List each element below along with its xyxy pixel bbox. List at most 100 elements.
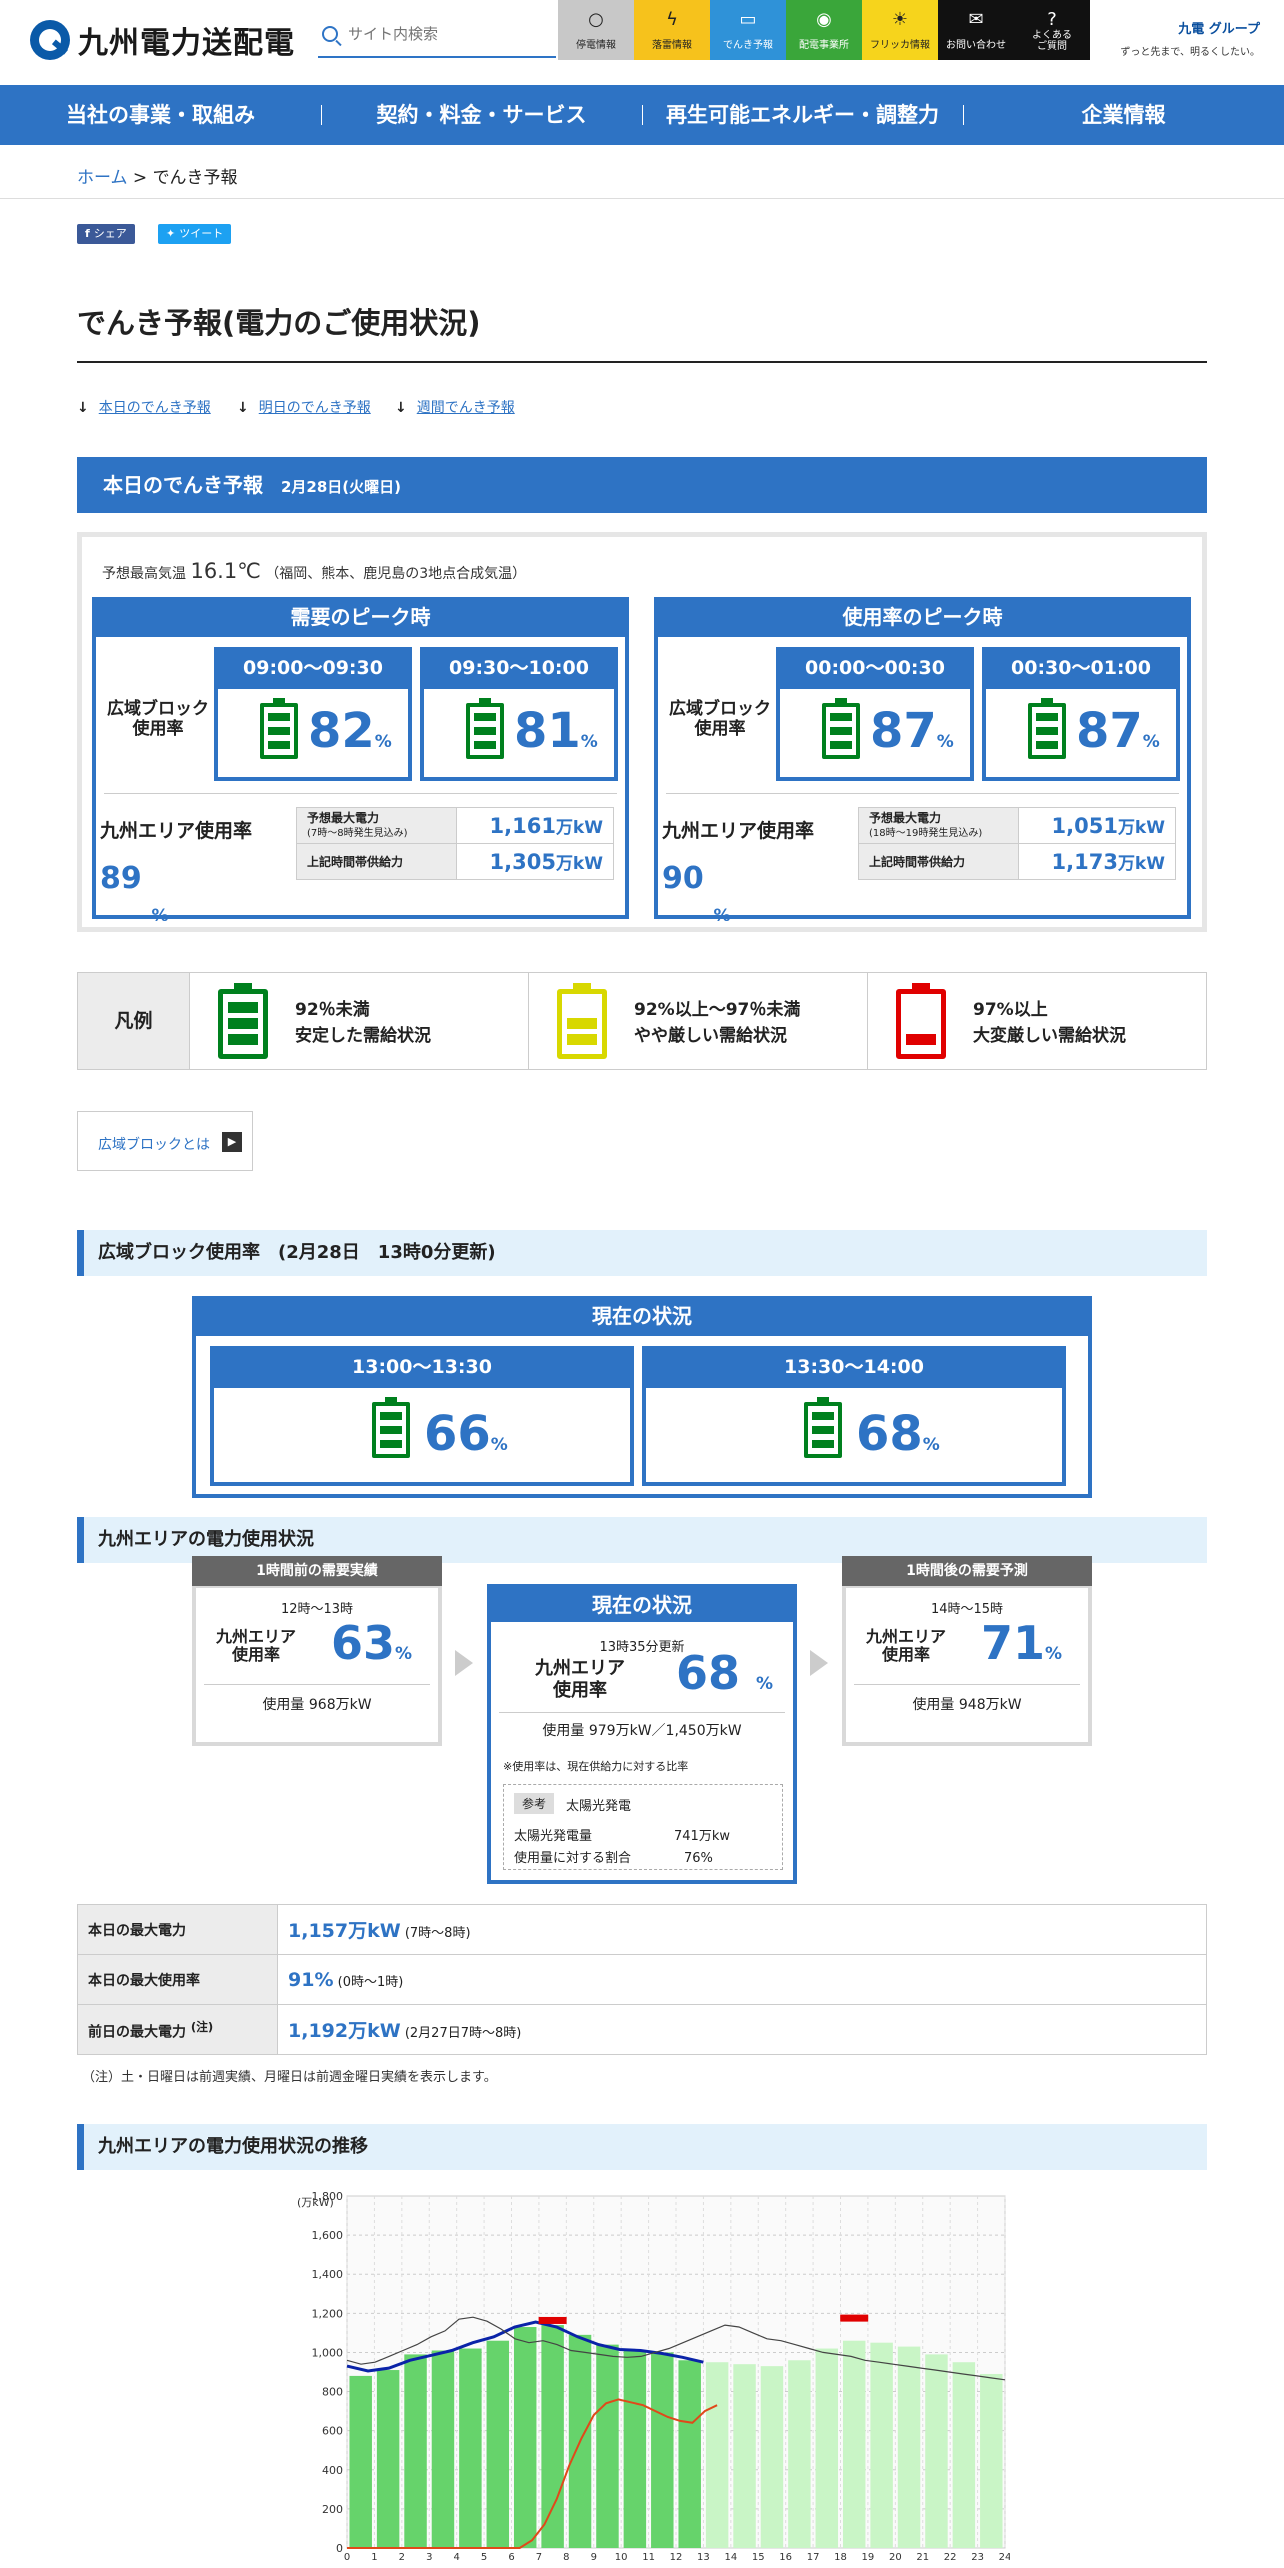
solar-reference: 参考 太陽光発電 太陽光発電量 741万kw 使用量に対する割合 76%	[503, 1784, 783, 1870]
x-tick-label: 2	[399, 2552, 405, 2563]
quick-link-1[interactable]: ϟ 落雷情報	[634, 0, 710, 60]
quick-link-label: フリッカ情報	[870, 40, 930, 51]
kyuden-group-logo[interactable]: 九電 グループ ずっと先まで、明るくしたい。	[1110, 18, 1260, 66]
usage-peak-panel: 使用率のピーク時 広域ブロック 使用率 00:00～00:30 87% 00:3…	[654, 597, 1191, 926]
prev-hour-time: 12時～13時	[280, 1602, 354, 1617]
area-usage-label: 九州エリア使用率	[100, 820, 253, 842]
quick-link-2[interactable]: ▭ でんき予報	[710, 0, 786, 60]
solar-ratio-value: 76%	[684, 1851, 713, 1866]
bar-forecast	[842, 2340, 866, 2548]
max-power-value: 1,161万kW	[456, 807, 614, 844]
max-temp-value: 16.1℃	[190, 559, 261, 583]
bar-actual	[513, 2327, 537, 2548]
peak-mark	[538, 2316, 567, 2324]
slot-usage-unit: %	[1142, 732, 1160, 752]
prev-hour-unit: %	[395, 1644, 413, 1664]
max-power-unit: 万kW	[555, 818, 603, 838]
reference-tag: 参考	[514, 1793, 555, 1814]
anchor-today[interactable]: 本日のでんき予報	[77, 397, 211, 417]
max-temp-label: 予想最高気温	[102, 566, 186, 582]
max-table-note: （注）土・日曜日は前週実績、月曜日は前週金曜日実績を表示します。	[82, 2070, 497, 2085]
row-value-main: 1,157万kW	[288, 1920, 401, 1942]
current-status-title: 現在の状況	[196, 1300, 1088, 1336]
supply-number: 1,305	[489, 850, 556, 874]
legend-l2: 安定した需給状況	[295, 1026, 431, 1046]
bar-forecast	[952, 2362, 976, 2548]
anchor-tomorrow[interactable]: 明日のでんき予報	[237, 397, 371, 417]
usage-peak-title: 使用率のピーク時	[658, 601, 1187, 637]
block-usage-section-title: 広域ブロック使用率 (2月28日 13時0分更新)	[77, 1230, 1207, 1276]
x-tick-label: 22	[944, 2552, 957, 2563]
battery-green-icon	[804, 1397, 842, 1458]
facebook-share-label: シェア	[93, 227, 127, 240]
bar-actual	[349, 2375, 372, 2548]
next-hour-head: 1時間後の需要予測	[842, 1556, 1092, 1586]
row-label: 本日の最大電力	[77, 1904, 278, 1955]
breadcrumb-home[interactable]: ホーム	[77, 168, 128, 188]
area-usage-label: 九州エリア使用率	[662, 820, 815, 842]
twitter-share-button[interactable]: ✦ ツイート	[158, 224, 232, 244]
reference-name: 太陽光発電	[566, 1799, 632, 1814]
anchor-weekly[interactable]: 週間でんき予報	[395, 397, 515, 417]
x-tick-label: 18	[834, 2552, 847, 2563]
x-tick-label: 8	[563, 2552, 569, 2563]
max-power-label: 予想最大電力 (7時～8時発生見込み)	[296, 807, 457, 844]
x-tick-label: 23	[971, 2552, 984, 2563]
divider	[104, 793, 617, 794]
slot-usage-value: 68%	[856, 1406, 940, 1462]
nav-contract[interactable]: 契約・料金・サービス	[321, 85, 642, 145]
current-slot-1: 13:00～13:30 66%	[210, 1346, 634, 1486]
block-usage-label: 広域ブロック 使用率	[669, 699, 771, 739]
nav-corporate[interactable]: 企業情報	[963, 85, 1284, 145]
row-value-sub: (0時～1時)	[337, 1974, 404, 1990]
y-tick-label: 0	[336, 2542, 343, 2555]
quick-link-6[interactable]: ? よくある ご質問	[1014, 0, 1090, 60]
group-tagline: ずっと先まで、明るくしたい。	[1120, 47, 1260, 58]
quick-link-0[interactable]: ○ 停電情報	[558, 0, 634, 60]
slot-usage-unit: %	[580, 732, 598, 752]
supply-label: 上記時間帯供給力	[858, 843, 1019, 880]
row-label-text: 前日の最大電力	[88, 2024, 186, 2041]
max-power-sub: (18時～19時発生見込み)	[869, 827, 983, 839]
solar-output-value: 741万kw	[674, 1829, 730, 1844]
arrow-right-icon	[455, 1650, 473, 1676]
area-usage-value: 89	[100, 861, 142, 896]
bar-actual	[596, 2344, 619, 2548]
quick-link-5[interactable]: ✉ お問い合わせ	[938, 0, 1014, 60]
facebook-share-button[interactable]: f シェア	[77, 224, 135, 244]
quick-link-3[interactable]: ◉ 配電事業所	[786, 0, 862, 60]
quick-link-label: 落雷情報	[652, 40, 692, 51]
facebook-icon: f	[85, 227, 90, 240]
supply-value: 1,305万kW	[456, 843, 614, 880]
next-hour-usage: 使用量 948万kW	[912, 1697, 1022, 1713]
battery-icon: ▭	[739, 9, 757, 30]
table-row: 本日の最大使用率 91% (0時～1時)	[77, 1954, 1207, 2005]
supply-unit: 万kW	[1117, 854, 1165, 874]
battery-yellow-icon	[557, 983, 607, 1059]
legend-item-stable: 92％未満 安定した需給状況	[190, 973, 529, 1069]
current-status-note: ※使用率は、現在供給力に対する比率	[503, 1760, 689, 1773]
current-status-label: 九州エリア 使用率	[535, 1658, 625, 1701]
quick-link-4[interactable]: ☀ フリッカ情報	[862, 0, 938, 60]
table-row: 前日の最大電力 (注) 1,192万kW (2月27日7時～8時)	[77, 2004, 1207, 2055]
search-icon[interactable]	[322, 26, 338, 42]
area-usage: 九州エリア使用率 89%	[100, 807, 300, 926]
nav-business[interactable]: 当社の事業・取組み	[0, 85, 321, 145]
x-tick-label: 10	[615, 2552, 628, 2563]
bar-forecast	[733, 2364, 756, 2548]
supply-unit: 万kW	[555, 854, 603, 874]
table-row: 本日の最大電力 1,157万kW (7時～8時)	[77, 1904, 1207, 1955]
lightning-icon: ϟ	[666, 9, 678, 30]
max-power-unit: 万kW	[1117, 818, 1165, 838]
page-title: でんき予報(電力のご使用状況)	[77, 306, 481, 340]
nav-renewable[interactable]: 再生可能エネルギー・調整力	[642, 85, 963, 145]
search-input[interactable]	[348, 25, 538, 43]
x-tick-label: 11	[642, 2552, 655, 2563]
demand-peak-table: 予想最大電力 (7時～8時発生見込み) 1,161万kW 上記時間帯供給力 1,305…	[296, 807, 614, 880]
search-box[interactable]	[318, 12, 556, 58]
kouiki-block-link[interactable]: 広域ブロックとは ▶	[77, 1111, 253, 1171]
site-logo[interactable]: 九州電力送配電	[30, 18, 295, 62]
twitter-share-label: ツイート	[179, 227, 224, 240]
arrow-right-icon: ▶	[222, 1132, 242, 1152]
bar-forecast	[815, 2348, 839, 2548]
